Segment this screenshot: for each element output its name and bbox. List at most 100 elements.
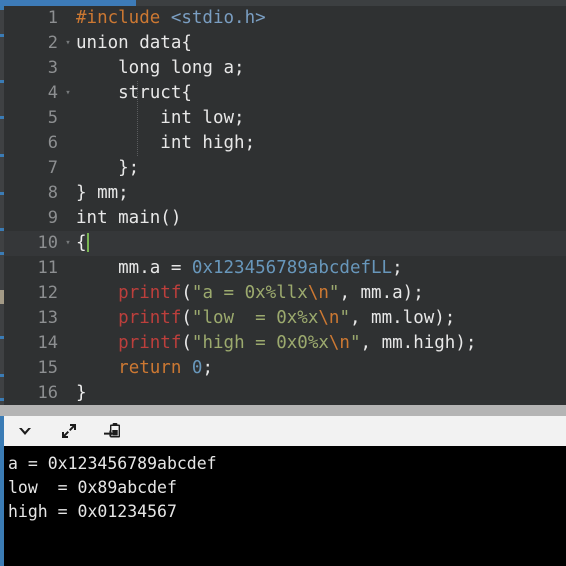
code-line[interactable]: 12 printf("a = 0x%llx\n", mm.a); (4, 281, 566, 306)
code-token: } mm; (76, 183, 129, 203)
line-number[interactable]: 8 (4, 181, 60, 206)
code-line[interactable]: 14 printf("high = 0x0%x\n", mm.high); (4, 331, 566, 356)
line-number[interactable]: 15 (4, 356, 60, 381)
code-line[interactable]: 1 #include <stdio.h> (4, 6, 566, 31)
code-line[interactable]: 9 int main() (4, 206, 566, 231)
code-token: 0 (191, 358, 203, 378)
code-line[interactable]: 10 ▾{ (4, 231, 566, 256)
code-line[interactable]: 3 long long a; (4, 56, 566, 81)
code-token: printf (118, 308, 182, 328)
code-line-text[interactable]: }; (76, 156, 139, 181)
horizontal-scroll-thumb[interactable] (0, 0, 136, 6)
code-token: <stdio.h> (170, 8, 266, 28)
code-token: int high; (76, 133, 256, 153)
code-line-text[interactable]: union data{ (76, 31, 192, 56)
code-token: }; (76, 158, 140, 178)
change-marker-segment[interactable] (0, 116, 4, 119)
code-line[interactable]: 8 } mm; (4, 181, 566, 206)
change-marker-segment[interactable] (0, 6, 4, 10)
code-line-text[interactable]: { (76, 231, 89, 256)
code-line-text[interactable]: int low; (76, 106, 244, 131)
clipboard-paste-icon[interactable] (100, 419, 126, 443)
code-line-text[interactable]: int high; (76, 131, 255, 156)
code-token: , mm.a); (339, 283, 424, 303)
code-line-text[interactable]: mm.a = 0x123456789abcdefLL; (76, 256, 403, 281)
change-marker-segment[interactable] (0, 290, 4, 304)
line-number[interactable]: 1 (4, 6, 60, 31)
code-token: " (339, 308, 350, 328)
line-number[interactable]: 12 (4, 281, 60, 306)
line-number[interactable]: 11 (4, 256, 60, 281)
code-line-text[interactable]: } mm; (76, 181, 129, 206)
code-line-text[interactable]: printf("a = 0x%llx\n", mm.a); (76, 281, 424, 306)
code-token: return (118, 358, 182, 378)
change-marker-segment[interactable] (0, 252, 4, 255)
line-number[interactable]: 9 (4, 206, 60, 231)
line-number[interactable]: 5 (4, 106, 60, 131)
change-marker-segment[interactable] (0, 336, 4, 339)
code-token: union data{ (76, 33, 192, 53)
code-token: "low = 0x%x (191, 308, 319, 328)
change-marker-segment[interactable] (0, 80, 4, 83)
code-line[interactable]: 7 }; (4, 156, 566, 181)
code-line-text[interactable]: return 0; (76, 356, 213, 381)
code-line-text[interactable]: #include <stdio.h> (76, 6, 266, 31)
code-editor-pane[interactable]: 1 #include <stdio.h> 2 ▾ union data{3 long l… (0, 0, 566, 416)
code-line-text[interactable]: printf("low = 0x%x\n", mm.low); (76, 306, 455, 331)
code-line[interactable]: 11 mm.a = 0x123456789abcdefLL; (4, 256, 566, 281)
code-line[interactable]: 16} (4, 381, 566, 406)
code-line[interactable]: 13 printf("low = 0x%x\n", mm.low); (4, 306, 566, 331)
line-number[interactable]: 6 (4, 131, 60, 156)
line-number[interactable]: 13 (4, 306, 60, 331)
chevron-down-icon[interactable] (12, 419, 38, 443)
line-number[interactable]: 4 (4, 81, 60, 106)
terminal-line: high = 0x01234567 (8, 502, 177, 521)
editor-change-marker-strip[interactable] (0, 6, 4, 416)
code-line[interactable]: 5 int low; (4, 106, 566, 131)
change-marker-segment[interactable] (0, 34, 4, 37)
code-fold-toggle-icon[interactable]: ▾ (62, 31, 74, 56)
editor-horizontal-scrollbar-bottom[interactable] (0, 405, 566, 416)
code-token: { (76, 233, 87, 253)
line-number[interactable]: 7 (4, 156, 60, 181)
indent-guide (137, 81, 138, 156)
line-number[interactable]: 10 (4, 231, 60, 256)
line-number[interactable]: 14 (4, 331, 60, 356)
code-fold-toggle-icon[interactable]: ▾ (62, 231, 74, 256)
code-token: ; (392, 258, 403, 278)
code-line[interactable]: 15 return 0; (4, 356, 566, 381)
terminal-line: a = 0x123456789abcdef (8, 454, 217, 473)
terminal-output[interactable]: a = 0x123456789abcdef low = 0x89abcdef hig… (0, 446, 566, 566)
line-number[interactable]: 16 (4, 381, 60, 406)
line-number[interactable]: 2 (4, 31, 60, 56)
code-line-text[interactable]: printf("high = 0x0%x\n", mm.high); (76, 331, 476, 356)
code-token: ( (181, 333, 192, 353)
code-token: , mm.high); (360, 333, 477, 353)
code-line-text[interactable]: } (76, 381, 87, 406)
code-fold-toggle-icon[interactable]: ▾ (62, 81, 74, 106)
code-token: printf (118, 333, 182, 353)
code-line[interactable]: 6 int high; (4, 131, 566, 156)
code-line-text[interactable]: struct{ (76, 81, 192, 106)
expand-arrows-icon[interactable] (56, 419, 82, 443)
change-marker-segment[interactable] (0, 228, 4, 231)
code-token: \n (307, 283, 329, 303)
line-number[interactable]: 3 (4, 56, 60, 81)
code-token: \n (318, 308, 340, 328)
code-lines-container[interactable]: 1 #include <stdio.h> 2 ▾ union data{3 long l… (4, 6, 566, 416)
code-line[interactable]: 2 ▾ union data{ (4, 31, 566, 56)
editor-horizontal-scrollbar-top[interactable] (0, 0, 566, 6)
change-marker-segment[interactable] (0, 374, 4, 377)
code-line[interactable]: 4 ▾ struct{ (4, 81, 566, 106)
code-token: #include (76, 8, 171, 28)
code-line-text[interactable]: int main() (76, 206, 181, 231)
code-token: mm.a = (76, 258, 192, 278)
change-marker-segment[interactable] (0, 398, 4, 401)
change-marker-segment[interactable] (0, 154, 4, 157)
code-line-text[interactable]: long long a; (76, 56, 244, 81)
change-marker-segment[interactable] (0, 192, 4, 195)
